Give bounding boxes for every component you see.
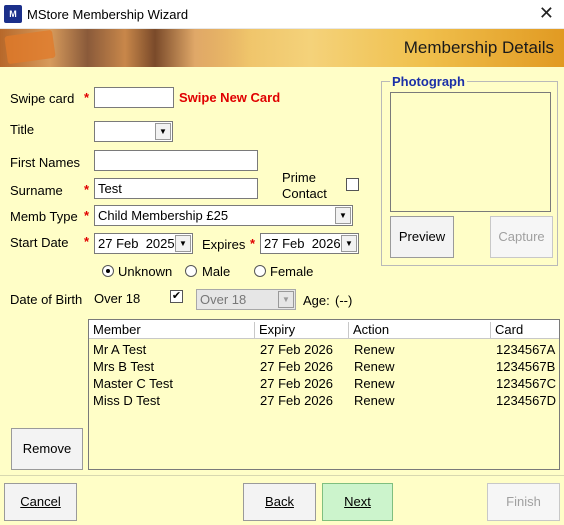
memb-type-label: Memb Type [10,209,78,224]
card-cell: 1234567A [496,342,556,357]
first-names-label: First Names [10,155,81,170]
title-select[interactable]: ▼ [94,121,173,142]
dob-label: Date of Birth [10,292,83,307]
required-marker: * [84,208,90,223]
member-cell: Master C Test [93,376,173,391]
app-icon: M [4,5,22,23]
table-row[interactable]: Miss D Test 27 Feb 2026 Renew 1234567D [89,392,559,409]
surname-label: Surname [10,183,63,198]
chevron-down-icon: ▼ [278,291,294,308]
wizard-footer: Cancel Back Next Finish [0,475,564,525]
card-cell: 1234567B [496,359,556,374]
next-button[interactable]: Next [322,483,393,521]
checkmark-icon: ✔ [171,290,182,302]
column-header-card[interactable]: Card [491,322,559,339]
members-list[interactable]: Member Expiry Action Card Mr A Test 27 F… [88,319,560,470]
expiry-cell: 27 Feb 2026 [260,359,334,374]
gender-label-male: Male [202,264,231,279]
required-marker: * [84,182,90,197]
first-names-input[interactable] [94,150,258,171]
photograph-legend: Photograph [390,74,467,89]
column-header-expiry[interactable]: Expiry [255,322,349,339]
table-row[interactable]: Mr A Test 27 Feb 2026 Renew 1234567A [89,341,559,358]
gender-label-female: Female [270,264,314,279]
prime-contact-label-line1: Prime [282,170,316,185]
prime-contact-label-line2: Contact [282,186,327,201]
expiry-cell: 27 Feb 2026 [260,393,334,408]
member-cell: Mrs B Test [93,359,155,374]
memb-type-select[interactable]: Child Membership £25 ▼ [94,205,353,226]
member-cell: Mr A Test [93,342,147,357]
back-button[interactable]: Back [243,483,316,521]
age-value: (--) [335,293,353,308]
gender-radio-unknown[interactable] [102,265,114,277]
action-cell: Renew [354,342,395,357]
title-bar: M MStore Membership Wizard ✕ [0,0,564,29]
required-marker: * [84,90,90,105]
form-area: Swipe card * Swipe New Card Title ▼ Firs… [0,67,564,475]
column-header-action[interactable]: Action [349,322,491,339]
card-cell: 1234567D [496,393,556,408]
memb-type-value: Child Membership £25 [98,208,229,223]
table-row[interactable]: Mrs B Test 27 Feb 2026 Renew 1234567B [89,358,559,375]
photograph-group: Photograph Preview Capture [381,74,558,266]
capture-button: Capture [490,216,553,258]
window-title: MStore Membership Wizard [27,7,189,22]
gender-radio-male[interactable] [185,265,197,277]
table-row[interactable]: Master C Test 27 Feb 2026 Renew 1234567C [89,375,559,392]
chevron-down-icon[interactable]: ▼ [155,123,171,140]
required-marker: * [84,234,90,249]
page-heading: Membership Details [403,38,554,57]
dob-over18-checkbox[interactable]: ✔ [170,290,183,303]
expires-label: Expires [202,237,246,252]
finish-button-label: Finish [506,494,541,509]
action-cell: Renew [354,393,395,408]
swipe-new-card-label: Swipe New Card [179,90,281,105]
chevron-down-icon[interactable]: ▼ [175,235,191,252]
prime-contact-checkbox[interactable] [346,178,359,191]
dob-select-value: Over 18 [200,292,247,307]
swipe-card-label: Swipe card [10,91,75,106]
photo-preview-area [390,92,551,212]
dob-select[interactable]: Over 18 ▼ [196,289,296,310]
expires-date-picker[interactable]: 27 Feb 2026 ▼ [260,233,359,254]
close-icon[interactable]: ✕ [539,3,554,24]
required-marker: * [250,236,256,251]
member-cell: Miss D Test [93,393,160,408]
column-header-member[interactable]: Member [89,322,255,339]
start-date-picker[interactable]: 27 Feb 2025 ▼ [94,233,193,254]
chevron-down-icon[interactable]: ▼ [335,207,351,224]
dob-over18-text: Over 18 [94,291,141,306]
cancel-button[interactable]: Cancel [4,483,77,521]
gender-radio-female[interactable] [254,265,266,277]
remove-button[interactable]: Remove [11,428,83,470]
expiry-cell: 27 Feb 2026 [260,342,334,357]
chevron-down-icon[interactable]: ▼ [341,235,357,252]
card-cell: 1234567C [496,376,556,391]
action-cell: Renew [354,376,395,391]
gender-label-unknown: Unknown [118,264,173,279]
expires-date-value: 27 Feb 2026 [264,236,341,251]
expiry-cell: 27 Feb 2026 [260,376,334,391]
swipe-card-input[interactable] [94,87,174,108]
header-banner: Membership Details [0,29,564,67]
members-list-header: Member Expiry Action Card [89,320,559,339]
surname-input[interactable]: Test [94,178,258,199]
cancel-button-label: Cancel [20,494,61,509]
action-cell: Renew [354,359,395,374]
preview-button[interactable]: Preview [390,216,454,258]
age-label: Age: [303,293,330,308]
finish-button: Finish [487,483,560,521]
start-date-label: Start Date [10,235,69,250]
title-label: Title [10,122,35,137]
start-date-value: 27 Feb 2025 [98,236,175,251]
back-button-label: Back [265,494,294,509]
next-button-label: Next [344,494,371,509]
